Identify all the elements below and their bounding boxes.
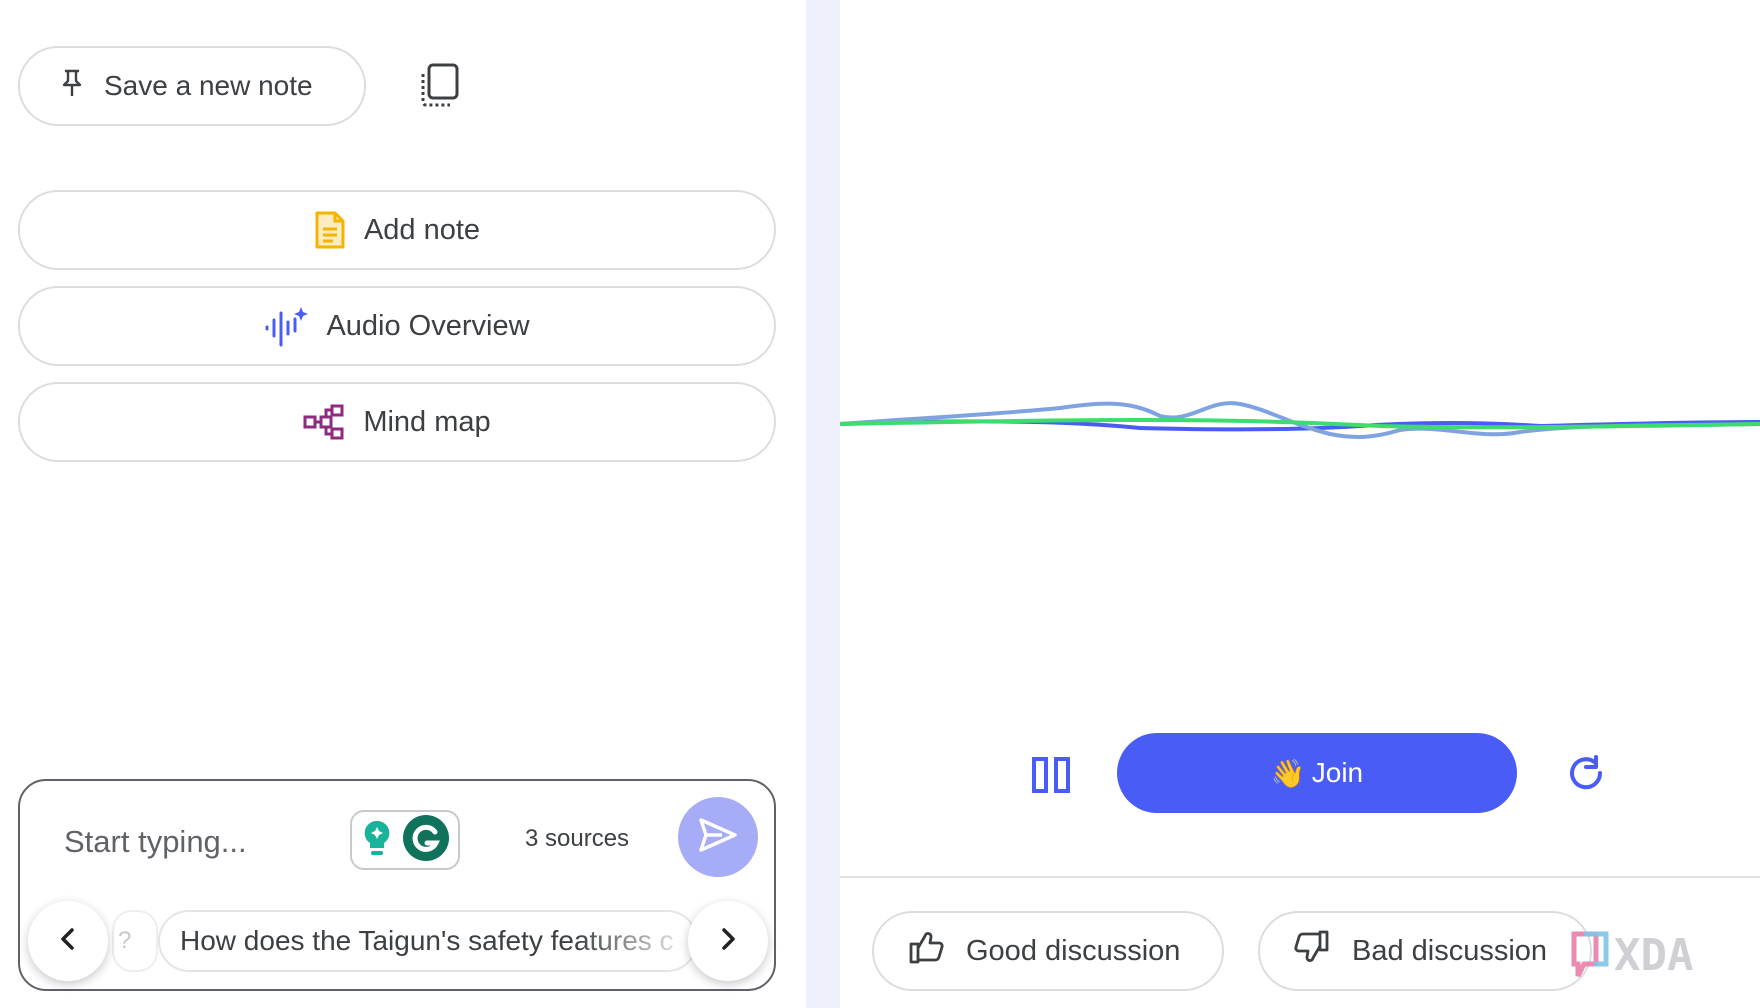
panel-divider [806,0,840,1008]
separator [840,876,1760,878]
pin-icon [58,68,86,105]
send-icon [698,817,738,858]
add-note-button[interactable]: Add note [18,190,776,270]
save-new-note-label: Save a new note [104,70,313,101]
extension-pill[interactable] [350,810,460,870]
chat-box: 3 sources ? How does the Taigun's safety… [18,779,776,991]
good-discussion-label: Good discussion [966,934,1181,967]
bad-discussion-button[interactable]: Bad discussion [1258,911,1592,991]
send-button[interactable] [678,797,758,877]
suggested-question-chip[interactable]: How does the Taigun's safety features c [158,910,698,972]
chevron-right-icon [718,927,738,956]
previous-suggestion-chip[interactable]: ? [112,910,158,972]
sources-count: 3 sources [525,825,630,852]
note-icon [314,210,346,250]
audio-waveform [840,401,1760,439]
audio-overview-icon [264,305,309,347]
previous-suggestion-button[interactable] [28,901,108,981]
notes-panel: Save a new note Add note Audio Overview … [0,0,806,1008]
join-label: Join [1311,757,1364,788]
mind-map-label: Mind map [363,405,491,438]
thumbs-up-icon [908,929,944,973]
add-note-label: Add note [363,213,481,246]
pause-icon [1030,757,1074,799]
chip-fade [576,912,696,970]
next-suggestion-button[interactable] [688,901,768,981]
good-discussion-button[interactable]: Good discussion [872,911,1224,991]
pause-button[interactable] [1030,755,1074,795]
grammarly-icon[interactable] [402,814,450,867]
chat-input[interactable] [64,817,354,867]
thumbs-down-icon [1294,929,1330,973]
mind-map-icon [303,404,345,440]
chevron-left-icon [58,927,78,956]
audio-overview-panel: 👋 Join Good discussion Bad discussion [840,0,1760,1008]
lightbulb-icon[interactable] [360,818,394,863]
audio-overview-label: Audio Overview [326,309,530,342]
audio-overview-button[interactable]: Audio Overview [18,286,776,366]
xda-watermark-fill: XDA [1614,930,1693,981]
copy-notes-icon[interactable] [417,62,461,108]
refresh-button[interactable] [1566,753,1608,795]
xda-watermark: XDA XDA [1571,929,1694,982]
refresh-icon [1566,755,1608,799]
join-button[interactable]: 👋 Join [1117,733,1517,813]
waving-hand-icon: 👋 [1270,757,1306,789]
save-new-note-button[interactable]: Save a new note [18,46,366,126]
bad-discussion-label: Bad discussion [1352,934,1548,967]
mind-map-button[interactable]: Mind map [18,382,776,462]
